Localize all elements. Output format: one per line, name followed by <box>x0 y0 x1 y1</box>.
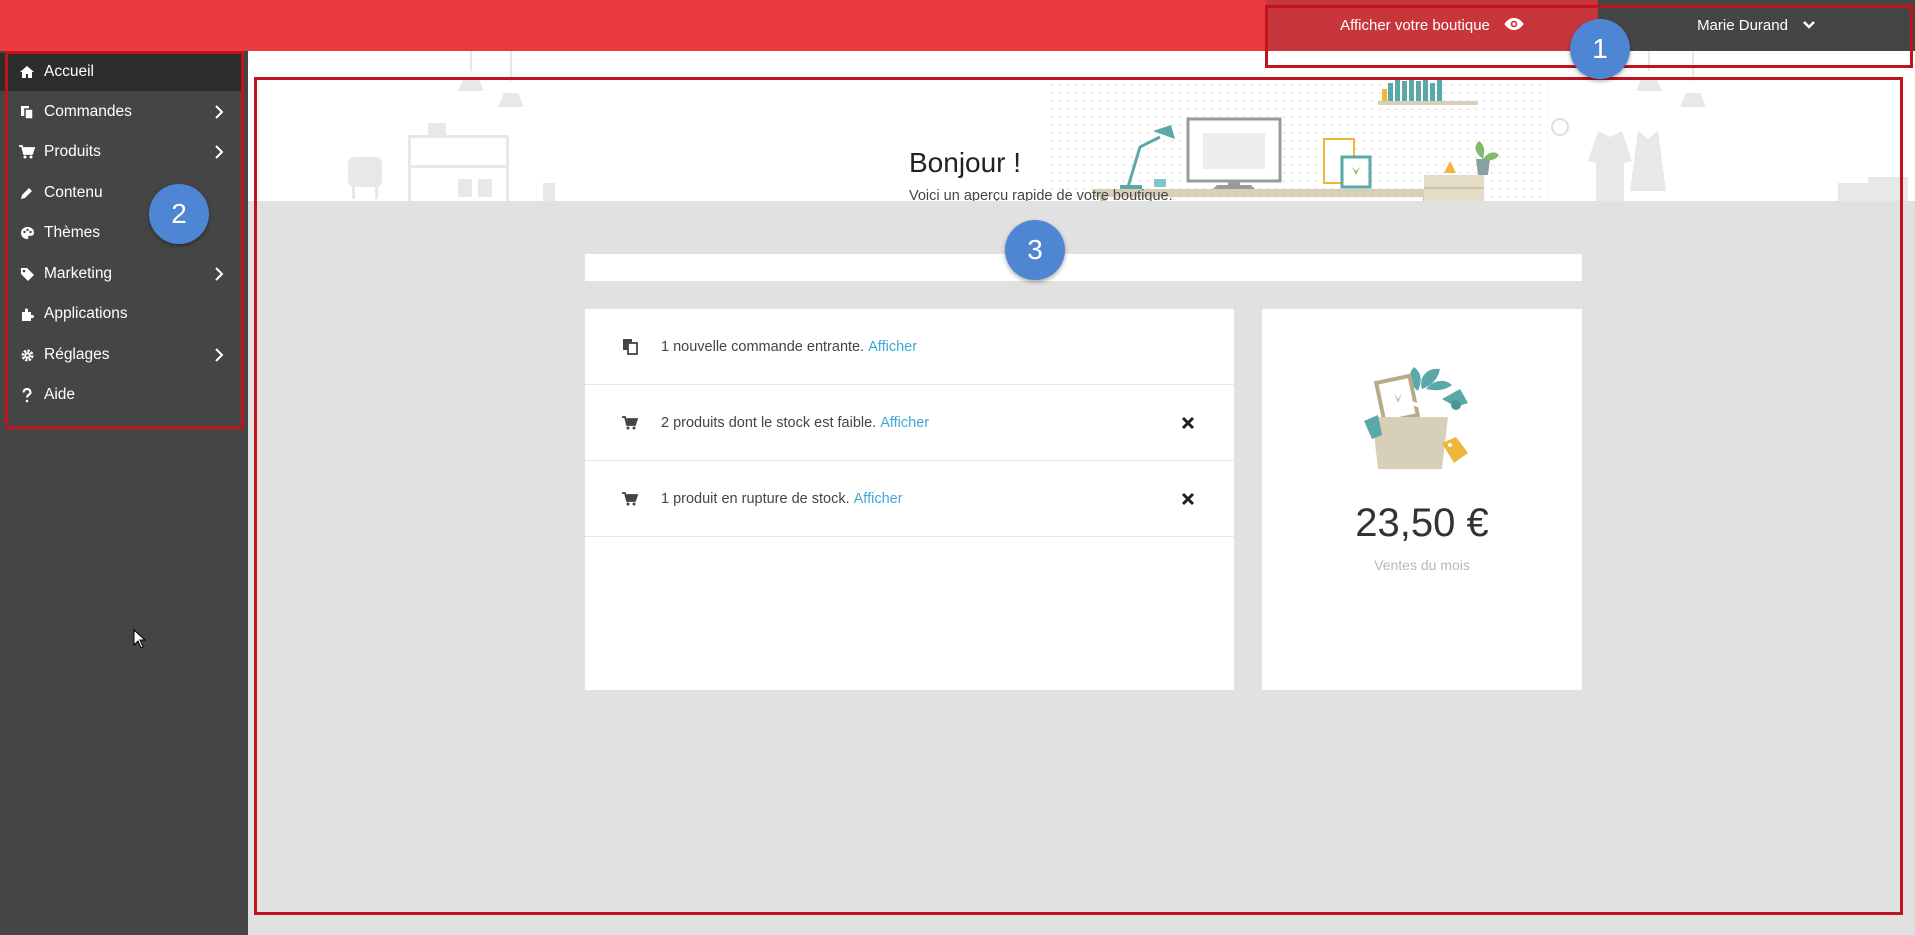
sidebar-item-marketing[interactable]: Marketing <box>0 255 242 293</box>
sidebar: Accueil Commandes Produits Contenu Thème… <box>0 51 248 935</box>
sidebar-item-label: Applications <box>44 305 128 322</box>
view-shop-label: Afficher votre boutique <box>1340 17 1490 34</box>
view-out-of-stock-link[interactable]: Afficher <box>854 491 903 507</box>
sidebar-item-label: Thèmes <box>44 224 100 241</box>
sidebar-item-label: Produits <box>44 143 101 160</box>
alert-row: 2 produits dont le stock est faible. Aff… <box>585 385 1234 461</box>
palette-icon <box>18 225 36 241</box>
annotation-badge-2: 2 <box>149 184 209 244</box>
sidebar-item-accueil[interactable]: Accueil <box>0 53 242 91</box>
sidebar-item-commandes[interactable]: Commandes <box>0 93 242 131</box>
alert-row: 1 nouvelle commande entrante. Afficher <box>585 309 1234 385</box>
chevron-right-icon <box>214 348 228 362</box>
page-title: Bonjour ! <box>909 147 1022 178</box>
sidebar-item-label: Commandes <box>44 103 132 120</box>
cart-icon <box>621 491 639 506</box>
eye-icon <box>1504 17 1524 35</box>
alert-row: 1 produit en rupture de stock. Afficher <box>585 461 1234 537</box>
user-name: Marie Durand <box>1697 17 1788 34</box>
cart-icon <box>621 415 639 430</box>
sidebar-item-label: Accueil <box>44 63 94 80</box>
chevron-right-icon <box>214 105 228 119</box>
alert-text: 2 produits dont le stock est faible. <box>661 414 877 431</box>
pencil-icon <box>18 185 36 201</box>
user-menu-button[interactable]: Marie Durand <box>1598 0 1915 51</box>
puzzle-icon <box>18 306 36 322</box>
view-orders-link[interactable]: Afficher <box>868 339 917 355</box>
gear-icon <box>18 347 36 363</box>
sidebar-item-label: Contenu <box>44 184 103 201</box>
sidebar-item-reglages[interactable]: Réglages <box>0 336 242 374</box>
sidebar-item-produits[interactable]: Produits <box>0 133 242 171</box>
cart-icon <box>18 144 36 160</box>
chevron-right-icon <box>214 145 228 159</box>
sidebar-item-label: Marketing <box>44 265 113 282</box>
orders-icon <box>18 104 36 120</box>
orders-icon <box>621 338 639 355</box>
tag-icon <box>18 266 36 282</box>
view-low-stock-link[interactable]: Afficher <box>880 415 929 431</box>
sidebar-item-label: Aide <box>44 386 76 403</box>
mouse-cursor-icon <box>133 628 147 654</box>
sales-label: Ventes du mois <box>1374 557 1470 573</box>
chevron-right-icon <box>214 267 228 281</box>
empty-panel-strip <box>585 254 1582 281</box>
sidebar-item-applications[interactable]: Applications <box>0 295 242 333</box>
home-icon <box>18 64 36 80</box>
monthly-sales-card: 23,50 € Ventes du mois <box>1262 309 1582 690</box>
sidebar-item-label: Réglages <box>44 346 110 363</box>
shopping-bag-icon <box>1364 367 1468 469</box>
page-subtitle: Voici un aperçu rapide de votre boutique… <box>909 188 1173 201</box>
alerts-panel: 1 nouvelle commande entrante. Afficher 2… <box>585 309 1234 690</box>
alert-text: 1 nouvelle commande entrante. <box>661 338 865 355</box>
close-icon[interactable] <box>1181 492 1195 506</box>
view-shop-button[interactable]: Afficher votre boutique <box>1266 0 1598 51</box>
annotation-badge-3: 3 <box>1005 220 1065 280</box>
close-icon[interactable] <box>1181 416 1195 430</box>
alert-text: 1 produit en rupture de stock. <box>661 490 850 507</box>
sales-amount: 23,50 € <box>1355 501 1489 545</box>
annotation-badge-1: 1 <box>1570 19 1630 79</box>
banner-illustration <box>348 51 1908 201</box>
chevron-down-icon <box>1802 17 1816 34</box>
question-icon <box>18 387 36 403</box>
welcome-banner: Bonjour ! Voici un aperçu rapide de votr… <box>248 51 1915 201</box>
sidebar-item-aide[interactable]: Aide <box>0 376 242 414</box>
